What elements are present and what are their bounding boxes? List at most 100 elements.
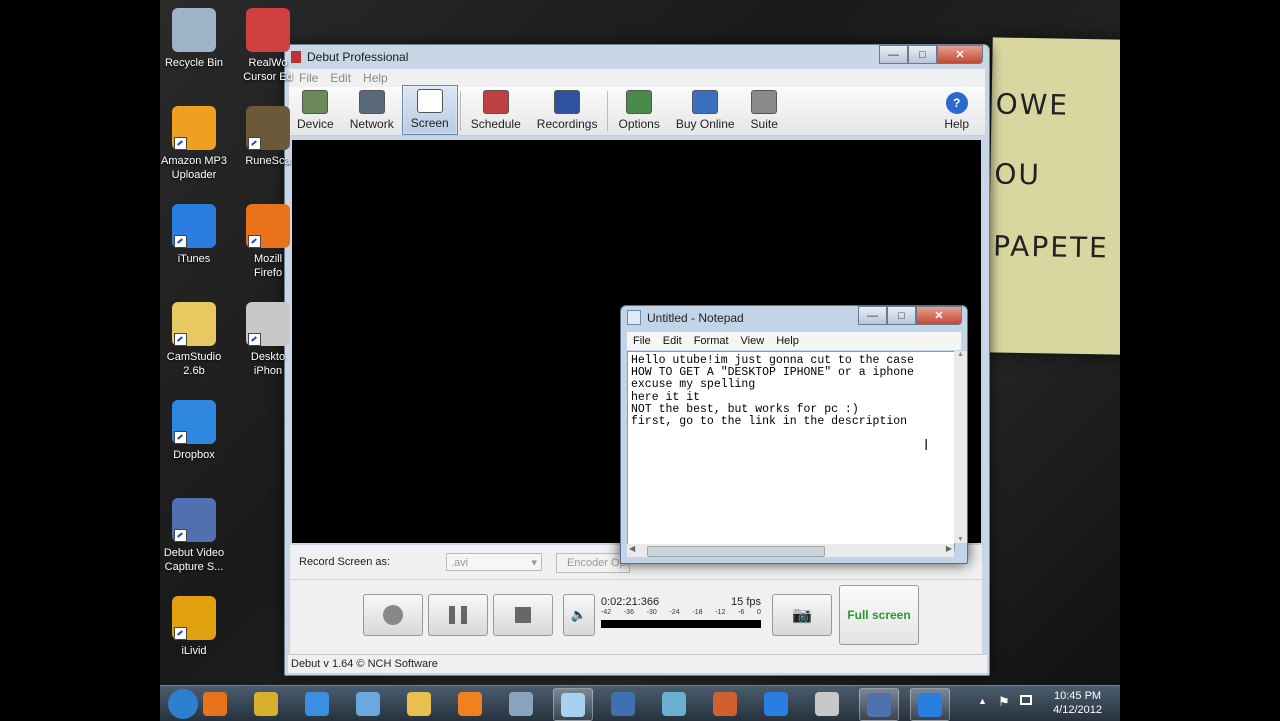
ilivid-icon [172, 596, 216, 640]
taskbar-media-player-button[interactable] [451, 688, 489, 719]
format-select-value: .avi [451, 557, 469, 569]
full-screen-button[interactable]: Full screen [839, 585, 919, 645]
notepad-titlebar[interactable]: Untitled - Notepad [627, 310, 744, 325]
desktop-icon[interactable]: Amazon MP3 Uploader [158, 106, 230, 182]
desktop-icon[interactable]: iLivid [158, 596, 230, 658]
notepad-menu-format[interactable]: Format [694, 335, 729, 347]
taskbar-internet-explorer-button[interactable] [298, 688, 336, 719]
desktop-icon[interactable]: Debut Video Capture S... [158, 498, 230, 574]
desktop-icon[interactable]: RuneSca [232, 106, 304, 168]
taskbar-network-chat-button[interactable] [655, 688, 693, 719]
toolbar-suite-button[interactable]: Suite [743, 87, 786, 135]
taskbar-safari-button[interactable] [349, 688, 387, 719]
dropbox-icon [172, 400, 216, 444]
menu-help[interactable]: Help [363, 71, 388, 85]
menu-edit[interactable]: Edit [330, 71, 351, 85]
toolbar-options-button[interactable]: Options [610, 87, 667, 135]
horizontal-scroll-thumb[interactable] [647, 546, 825, 557]
status-bar: Debut v 1.64 © NCH Software [288, 654, 987, 673]
snapshot-button[interactable]: 📷 [772, 594, 832, 636]
taskbar-debut-button[interactable] [859, 688, 899, 721]
debut-icon [172, 498, 216, 542]
notepad-menu-file[interactable]: File [633, 335, 651, 347]
level-meter: 0:02:21:366 15 fps -42 -36 -30 -24 -18 -12 -6 0 [601, 594, 761, 634]
toolbar-recordings-button[interactable]: Recordings [529, 87, 606, 135]
pause-button[interactable] [428, 594, 488, 636]
format-select[interactable]: .avi ▾ [446, 553, 542, 571]
action-center-flag-icon[interactable]: ⚑ [998, 694, 1010, 710]
taskbar-itunes-button[interactable] [910, 688, 950, 721]
record-screen-label: Record Screen as: [299, 556, 391, 568]
notepad-minimize-button[interactable]: — [858, 306, 887, 325]
network-tray-icon[interactable] [1020, 695, 1032, 705]
desktop-icon[interactable]: Deskto iPhon [232, 302, 304, 378]
taskbar-itunes-button[interactable] [757, 688, 795, 719]
sticky-note: OWE OU PAPETE [987, 37, 1120, 358]
scroll-right-icon[interactable]: ▶ [946, 544, 952, 553]
suite-icon [751, 90, 778, 114]
taskbar-paint-button[interactable] [706, 688, 744, 719]
folder-icon [172, 302, 216, 346]
volume-button[interactable]: 🔈 [563, 594, 595, 636]
shortcut-arrow-icon [174, 431, 187, 444]
desktop-icon[interactable]: RealWo Cursor Ed [232, 8, 304, 84]
desktop-icon[interactable]: Recycle Bin [158, 8, 230, 70]
notepad-maximize-button[interactable]: □ [887, 306, 916, 325]
taskbar-remote-desktop-button[interactable] [604, 688, 642, 719]
shortcut-arrow-icon [248, 333, 261, 346]
desktop-icon[interactable]: Dropbox [158, 400, 230, 462]
safari-icon [356, 691, 380, 716]
network-chat-icon [662, 691, 686, 716]
taskbar-notepad-button[interactable] [553, 688, 593, 721]
recycle-bin-icon [172, 8, 216, 52]
itunes-icon [918, 692, 942, 717]
desktop-icon[interactable]: CamStudio 2.6b [158, 302, 230, 378]
record-button[interactable] [363, 594, 423, 636]
notepad-text-area[interactable]: Hello utube!im just gonna cut to the cas… [627, 351, 955, 551]
show-hidden-icons-icon[interactable]: ▲ [978, 696, 987, 706]
scroll-up-icon[interactable]: ▲ [954, 351, 967, 358]
chevron-down-icon: ▾ [531, 557, 537, 569]
scroll-down-icon[interactable]: ▼ [954, 536, 967, 543]
desktop-icon[interactable]: Mozill Firefo [232, 204, 304, 280]
vertical-scrollbar[interactable]: ▲ ▼ [954, 351, 967, 543]
taskbar-calculator-button[interactable] [502, 688, 540, 719]
stop-button[interactable] [493, 594, 553, 636]
toolbar-network-button[interactable]: Network [342, 87, 402, 135]
taskbar-folder-window-button[interactable] [808, 688, 846, 719]
taskbar-explorer-folder-button[interactable] [400, 688, 438, 719]
desktop-icon-label: Recycle Bin [164, 57, 224, 69]
debut-titlebar[interactable]: Debut Professional — □ ✕ [285, 45, 989, 69]
minimize-button[interactable]: — [879, 45, 908, 64]
recordings-icon [554, 90, 581, 114]
toolbar-screen-button[interactable]: Screen [401, 85, 458, 135]
meter-tick-label: -36 [623, 609, 634, 616]
desktop-icon[interactable]: iTunes [158, 204, 230, 266]
close-button[interactable]: ✕ [937, 45, 983, 64]
pause-icon [449, 606, 467, 624]
taskbar-chrome-button[interactable] [247, 688, 285, 719]
notepad-menu-edit[interactable]: Edit [663, 335, 682, 347]
toolbar-help-button[interactable]: ? Help [936, 87, 977, 135]
debut-menubar: File Edit Help [289, 69, 985, 87]
taskbar-firefox-button[interactable] [196, 688, 234, 719]
clock[interactable]: 10:45 PM 4/12/2012 [1053, 689, 1102, 717]
maximize-button[interactable]: □ [908, 45, 937, 64]
notepad-menu-help[interactable]: Help [776, 335, 799, 347]
toolbar-schedule-button[interactable]: Schedule [463, 87, 529, 135]
scroll-left-icon[interactable]: ◀ [629, 544, 635, 553]
encoder-options-button[interactable]: Encoder Op... [556, 553, 630, 573]
chrome-icon [254, 691, 278, 716]
internet-explorer-icon [305, 691, 329, 716]
horizontal-scrollbar[interactable]: ◀ ▶ [627, 544, 954, 557]
firefox-icon [203, 691, 227, 716]
notepad-close-button[interactable]: ✕ [916, 306, 962, 325]
calculator-icon [509, 691, 533, 716]
itunes-icon [764, 691, 788, 716]
toolbar-buy-online-button[interactable]: Buy Online [668, 87, 743, 135]
toolbar-label: Help [944, 117, 969, 131]
record-controls: 🔈 0:02:21:366 15 fps -42 -36 -30 -24 -18 -12 -… [290, 580, 982, 654]
desktop-icon-label: iTunes [177, 253, 211, 265]
fps-text: 15 fps [731, 596, 761, 608]
notepad-menu-view[interactable]: View [741, 335, 765, 347]
